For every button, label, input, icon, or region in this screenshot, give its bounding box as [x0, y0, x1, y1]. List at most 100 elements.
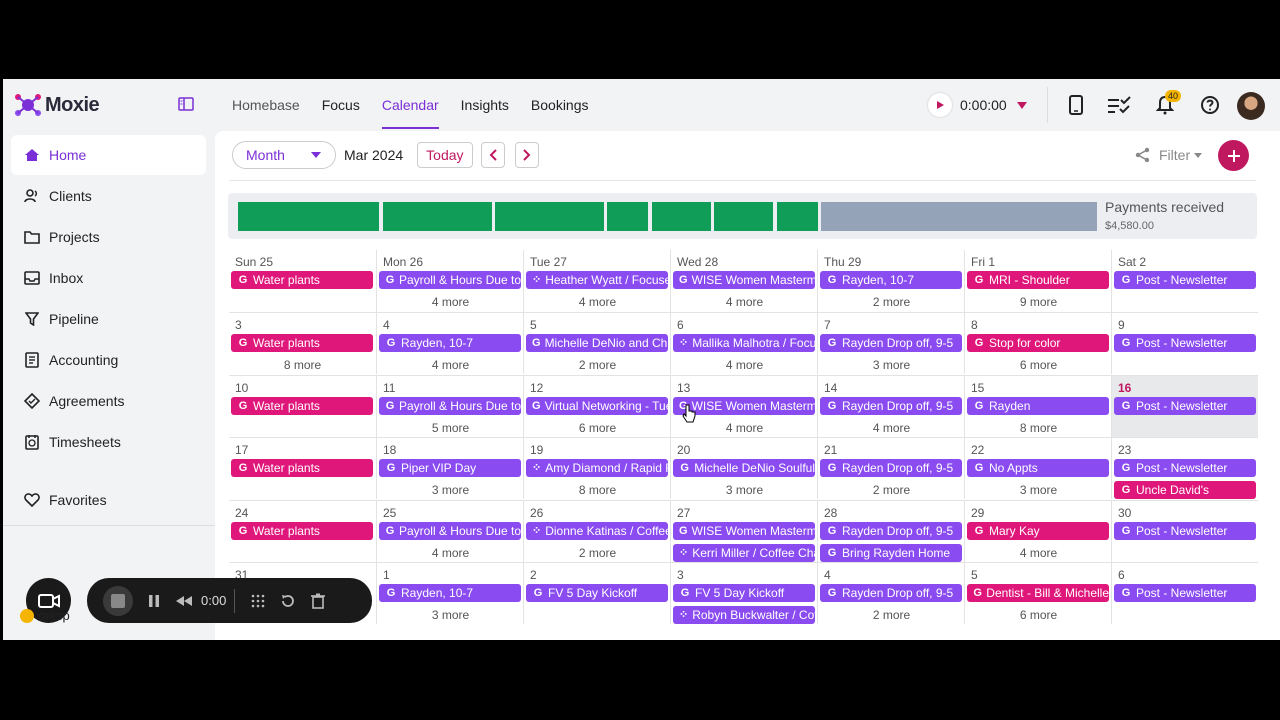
more-events-link[interactable]: 3 more: [818, 358, 965, 372]
calendar-event[interactable]: ⁘ Dionne Katinas / Coffee: [526, 521, 668, 540]
payment-segment[interactable]: [383, 202, 492, 231]
calendar-day-cell[interactable]: 5 G Dentist - Bill & Michelle 6 more: [964, 562, 1111, 624]
calendar-event[interactable]: G Rayden Drop off, 9-5: [820, 334, 962, 353]
payment-segment[interactable]: [495, 202, 604, 231]
calendar-day-cell[interactable]: 9 G Post - Newsletter: [1111, 312, 1258, 375]
calendar-day-cell[interactable]: 10 G Water plants: [229, 374, 376, 437]
workspace-switcher[interactable]: orksp: [20, 608, 70, 623]
calendar-day-cell[interactable]: 28 G Rayden Drop off, 9-5 G Bring Rayden Hom…: [817, 499, 964, 562]
sidebar-item-home[interactable]: Home: [11, 135, 206, 175]
sidebar-item-favorites[interactable]: Favorites: [11, 480, 206, 520]
tab-bookings[interactable]: Bookings: [531, 79, 589, 131]
next-month-button[interactable]: [514, 142, 539, 168]
calendar-day-cell[interactable]: Sun 25 G Water plants: [229, 250, 376, 312]
calendar-event[interactable]: G Mary Kay: [967, 521, 1109, 540]
more-events-link[interactable]: 3 more: [377, 483, 524, 497]
calendar-event[interactable]: G Payroll & Hours Due to: [379, 396, 521, 415]
calendar-event[interactable]: G FV 5 Day Kickoff: [526, 584, 668, 602]
sidebar-item-timesheets[interactable]: Timesheets: [11, 422, 206, 462]
calendar-day-cell[interactable]: 4 G Rayden Drop off, 9-5 2 more: [817, 562, 964, 624]
filter-button[interactable]: Filter: [1159, 147, 1203, 163]
calendar-event[interactable]: G Rayden, 10-7: [379, 584, 521, 602]
calendar-day-cell[interactable]: 6 ⁘ Mallika Malhotra / Focus 4 more: [670, 312, 817, 375]
calendar-day-cell[interactable]: Mon 26 G Payroll & Hours Due to 4 more: [376, 250, 523, 312]
calendar-day-cell[interactable]: 2 G FV 5 Day Kickoff: [523, 562, 670, 624]
calendar-day-cell[interactable]: Sat 2 G Post - Newsletter: [1111, 250, 1258, 312]
calendar-event[interactable]: G No Appts: [967, 459, 1109, 478]
calendar-event[interactable]: G Rayden, 10-7: [820, 271, 962, 289]
calendar-day-cell[interactable]: 23 G Post - Newsletter G Uncle David's: [1111, 437, 1258, 500]
sidebar-item-projects[interactable]: Projects: [11, 217, 206, 257]
calendar-event[interactable]: G Post - Newsletter: [1114, 584, 1256, 602]
more-events-link[interactable]: 8 more: [524, 483, 671, 497]
trash-icon[interactable]: [309, 592, 327, 610]
calendar-day-cell[interactable]: Wed 28 GWISE Women Mastermind 4 more: [670, 250, 817, 312]
calendar-day-cell[interactable]: Thu 29 G Rayden, 10-7 2 more: [817, 250, 964, 312]
calendar-day-cell[interactable]: 18 G Piper VIP Day 3 more: [376, 437, 524, 500]
more-events-link[interactable]: 8 more: [965, 421, 1112, 435]
tab-insights[interactable]: Insights: [461, 79, 509, 131]
calendar-event[interactable]: G Post - Newsletter: [1114, 271, 1256, 289]
calendar-event[interactable]: G Water plants: [231, 334, 373, 353]
calendar-event[interactable]: G Rayden Drop off, 9-5: [820, 459, 962, 478]
more-events-link[interactable]: 2 more: [818, 483, 965, 497]
calendar-day-cell[interactable]: 15 G Rayden 8 more: [964, 374, 1112, 437]
calendar-event[interactable]: G Piper VIP Day: [379, 459, 521, 478]
calendar-event[interactable]: G Stop for color: [967, 334, 1109, 353]
calendar-day-cell[interactable]: 16 G Post - Newsletter: [1111, 374, 1258, 437]
more-events-link[interactable]: 2 more: [524, 358, 671, 372]
calendar-day-cell[interactable]: 24 G Water plants: [229, 499, 376, 562]
more-events-link[interactable]: 4 more: [377, 295, 524, 309]
calendar-event[interactable]: G Virtual Networking - Tue: [526, 396, 668, 415]
more-events-link[interactable]: 4 more: [524, 295, 671, 309]
stop-button[interactable]: [103, 585, 133, 616]
calendar-event[interactable]: G Water plants: [231, 396, 373, 415]
calendar-day-cell[interactable]: 21 G Rayden Drop off, 9-5 2 more: [817, 437, 965, 500]
calendar-day-cell[interactable]: 20 G Michelle DeNio Soulful 3 more: [670, 437, 817, 500]
calendar-day-cell[interactable]: 8 G Stop for color 6 more: [964, 312, 1111, 375]
calendar-day-cell[interactable]: 29 G Mary Kay 4 more: [964, 499, 1112, 562]
calendar-event[interactable]: GWISE Women Mastermind: [673, 271, 815, 289]
calendar-event[interactable]: G Payroll & Hours Due to: [379, 521, 521, 540]
calendar-event[interactable]: G Post - Newsletter: [1114, 459, 1256, 478]
pause-icon[interactable]: [145, 592, 163, 610]
calendar-event[interactable]: G Rayden: [967, 396, 1109, 415]
calendar-day-cell[interactable]: 17 G Water plants: [229, 437, 376, 499]
calendar-event[interactable]: G Rayden Drop off, 9-5: [820, 521, 962, 540]
calendar-event[interactable]: ⁘Amy Diamond / Rapid Fire: [526, 459, 668, 478]
calendar-day-cell[interactable]: 25 G Payroll & Hours Due to 4 more: [376, 499, 523, 562]
sidebar-item-pipeline[interactable]: Pipeline: [11, 299, 206, 339]
avatar[interactable]: [1237, 92, 1265, 120]
tab-focus[interactable]: Focus: [322, 79, 360, 131]
view-select[interactable]: Month: [232, 141, 336, 169]
calendar-event[interactable]: G Rayden Drop off, 9-5: [820, 396, 962, 415]
calendar-day-cell[interactable]: 22 G No Appts 3 more: [964, 437, 1111, 500]
calendar-day-cell[interactable]: 14 G Rayden Drop off, 9-5 4 more: [817, 374, 964, 437]
play-icon[interactable]: [928, 93, 952, 117]
more-events-link[interactable]: 9 more: [965, 295, 1112, 309]
more-events-link[interactable]: 4 more: [965, 546, 1112, 560]
calendar-event[interactable]: G Post - Newsletter: [1114, 396, 1256, 415]
payment-segment[interactable]: [777, 202, 818, 231]
calendar-event[interactable]: G Bring Rayden Home: [820, 543, 962, 562]
more-events-link[interactable]: 4 more: [377, 358, 524, 372]
calendar-event[interactable]: G Payroll & Hours Due to: [379, 271, 521, 289]
payment-segment[interactable]: [238, 202, 379, 231]
more-events-link[interactable]: 5 more: [377, 421, 524, 435]
more-events-link[interactable]: 6 more: [524, 421, 671, 435]
calendar-day-cell[interactable]: Tue 27 ⁘ Heather Wyatt / Focused 4 more: [523, 250, 670, 312]
timer[interactable]: 0:00:00: [928, 93, 1027, 117]
more-events-link[interactable]: 4 more: [671, 295, 818, 309]
payment-segment[interactable]: [714, 202, 773, 231]
calendar-event[interactable]: G Post - Newsletter: [1114, 521, 1256, 540]
more-events-link[interactable]: 8 more: [229, 358, 376, 372]
restart-icon[interactable]: [279, 592, 297, 610]
mobile-icon[interactable]: [1064, 93, 1088, 117]
payment-segment[interactable]: [821, 202, 1097, 231]
calendar-day-cell[interactable]: 11 G Payroll & Hours Due to 5 more: [376, 374, 524, 437]
calendar-day-cell[interactable]: 3 G FV 5 Day Kickoff ⁘ Robyn Buckwalter / Co…: [670, 562, 817, 624]
calendar-day-cell[interactable]: 26 ⁘ Dionne Katinas / Coffee 2 more: [523, 499, 670, 562]
calendar-event[interactable]: G Water plants: [231, 459, 373, 478]
calendar-event[interactable]: G Post - Newsletter: [1114, 334, 1256, 353]
calendar-day-cell[interactable]: 19⁘Amy Diamond / Rapid Fire8 more: [523, 437, 671, 500]
